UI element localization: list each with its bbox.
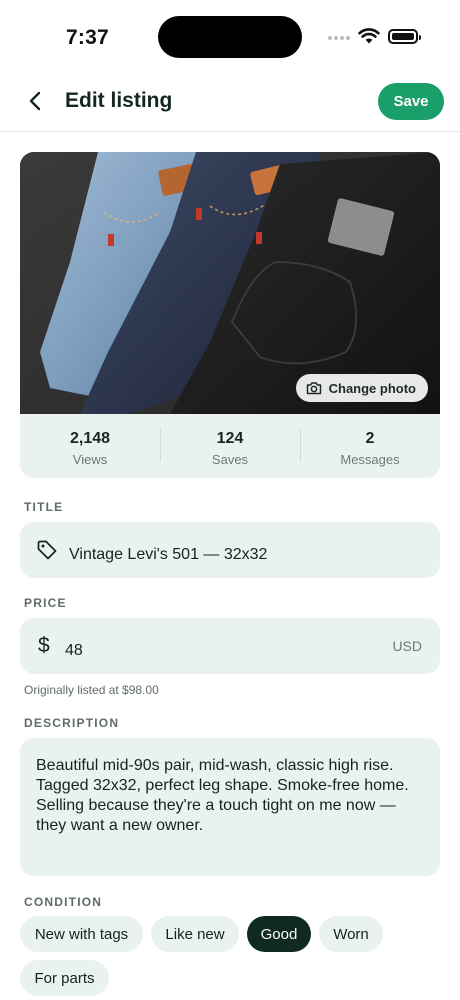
description-label: DESCRIPTION [24, 716, 120, 730]
change-photo-label: Change photo [328, 380, 416, 396]
app-header: Edit listing Save [0, 72, 460, 132]
stat-label: Messages [340, 452, 400, 467]
description-field[interactable]: Beautiful mid-90s pair, mid-wash, classi… [20, 738, 440, 876]
currency-label: USD [392, 638, 422, 654]
dollar-icon: $ [38, 634, 50, 657]
cellular-signal-icon [328, 36, 350, 40]
change-photo-button[interactable]: Change photo [295, 374, 428, 402]
tag-icon [37, 540, 57, 560]
price-value: 48 [65, 642, 83, 659]
listing-photo-card: Change photo 2,148 Views 124 Saves 2 Mes… [20, 152, 440, 478]
stat-messages: 2 Messages [300, 414, 440, 478]
chevron-left-icon [29, 91, 41, 111]
stat-value: 2 [365, 430, 375, 447]
condition-label: CONDITION [24, 895, 103, 909]
condition-chip-for-parts[interactable]: For parts [20, 960, 109, 996]
condition-chip-like-new[interactable]: Like new [151, 916, 239, 952]
description-value: Beautiful mid-90s pair, mid-wash, classi… [36, 757, 409, 834]
wifi-icon [358, 28, 380, 44]
battery-icon [388, 29, 421, 44]
stat-value: 124 [216, 430, 244, 447]
condition-chip-worn[interactable]: Worn [319, 916, 383, 952]
back-button[interactable] [22, 86, 48, 116]
stat-value: 2,148 [69, 430, 111, 447]
page-title: Edit listing [65, 89, 173, 112]
title-value: Vintage Levi's 501 — 32x32 [69, 546, 268, 563]
stat-label: Views [72, 452, 108, 467]
title-field[interactable]: Vintage Levi's 501 — 32x32 [20, 522, 440, 578]
camera-icon [306, 382, 321, 395]
original-price-hint: Originally listed at $98.00 [24, 683, 159, 697]
stat-label: Saves [211, 452, 249, 467]
condition-chip-good[interactable]: Good [247, 916, 311, 952]
condition-chip-new-with-tags[interactable]: New with tags [20, 916, 143, 952]
listing-stats: 2,148 Views 124 Saves 2 Messages [20, 414, 440, 478]
price-field[interactable]: $ 48 USD [20, 618, 440, 674]
status-time: 7:37 [66, 26, 109, 49]
title-label: TITLE [24, 500, 64, 514]
price-label: PRICE [24, 596, 67, 610]
status-bar: 7:37 [0, 0, 460, 72]
listing-photo: Change photo [20, 152, 440, 414]
save-button[interactable]: Save [378, 83, 444, 120]
stat-saves: 124 Saves [160, 414, 300, 478]
dynamic-island [158, 16, 302, 58]
stat-views: 2,148 Views [20, 414, 160, 478]
